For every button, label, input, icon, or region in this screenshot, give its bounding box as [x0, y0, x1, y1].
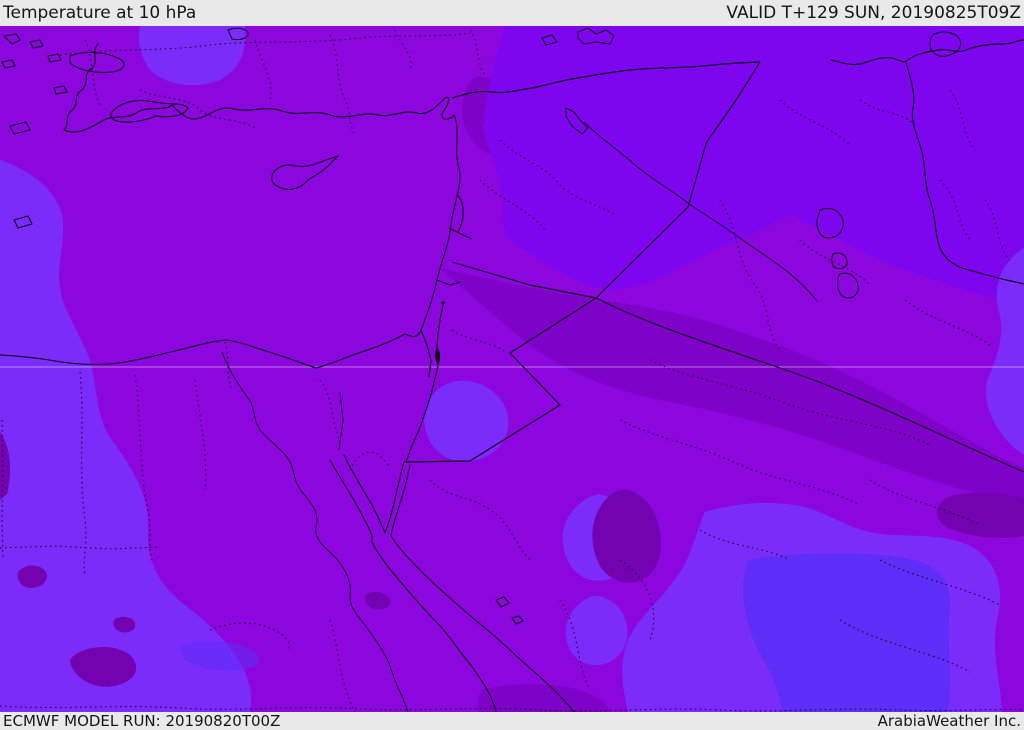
- title-bar: Temperature at 10 hPa VALID T+129 SUN, 2…: [0, 0, 1024, 26]
- sea-of-galilee: [441, 301, 445, 305]
- footer-bar: ECMWF MODEL RUN: 20190820T00Z ArabiaWeat…: [0, 711, 1024, 730]
- temperature-shading: [0, 26, 1024, 712]
- map-canvas: [0, 26, 1024, 712]
- page-title: Temperature at 10 hPa: [3, 3, 197, 23]
- branding-label: ArabiaWeather Inc.: [877, 711, 1021, 730]
- valid-time-label: VALID T+129 SUN, 20190825T09Z: [726, 3, 1021, 23]
- weather-map-page: { "header": { "title": "Temperature at 1…: [0, 0, 1024, 730]
- weather-map-svg: [0, 26, 1024, 712]
- model-run-label: ECMWF MODEL RUN: 20190820T00Z: [3, 711, 281, 730]
